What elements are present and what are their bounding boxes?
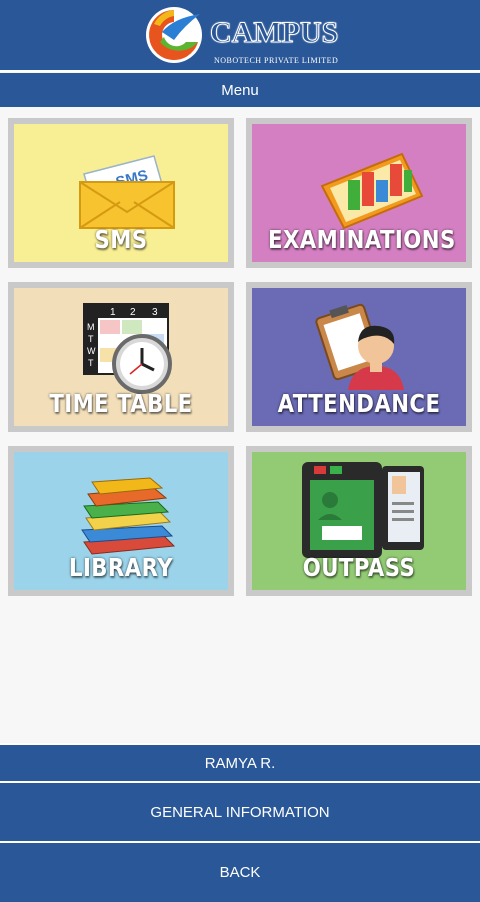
timetable-col-2: 2: [130, 307, 136, 318]
tile-attendance-bg: ATTENDANCE: [252, 288, 466, 426]
tile-examinations[interactable]: EXAMINATIONS: [246, 118, 472, 268]
timetable-row-t1: T: [88, 334, 94, 344]
tile-examinations-bg: EXAMINATIONS: [252, 124, 466, 262]
timetable-row-w: W: [87, 346, 96, 356]
app-header: CAMPUS NOBOTECH PRIVATE LIMITED: [0, 0, 480, 72]
tile-examinations-label: EXAMINATIONS: [268, 225, 456, 254]
tile-attendance[interactable]: ATTENDANCE: [246, 282, 472, 432]
logo-subtext: NOBOTECH PRIVATE LIMITED: [214, 56, 339, 65]
tile-outpass-bg: OUTPASS: [252, 452, 466, 590]
back-label: BACK: [219, 864, 261, 881]
timetable-row-m: M: [87, 322, 95, 332]
logo-text: CAMPUS: [209, 16, 339, 50]
tile-time-table[interactable]: 1 2 3 M T W T TIME TABLE: [8, 282, 234, 432]
tile-outpass[interactable]: OUTPASS: [246, 446, 472, 596]
user-name-bar: RAMYA R.: [0, 743, 480, 781]
tile-outpass-label: OUTPASS: [302, 553, 416, 582]
tile-time-table-bg: 1 2 3 M T W T TIME TABLE: [14, 288, 228, 426]
timetable-col-1: 1: [110, 307, 116, 318]
general-information-button[interactable]: GENERAL INFORMATION: [0, 781, 480, 841]
tile-time-table-label: TIME TABLE: [49, 389, 193, 418]
timetable-row-t2: T: [88, 358, 94, 368]
tile-attendance-label: ATTENDANCE: [277, 389, 441, 418]
timetable-col-3: 3: [152, 307, 158, 318]
tile-sms-bg: SMS SMS: [14, 124, 228, 262]
tile-sms[interactable]: SMS SMS: [8, 118, 234, 268]
tile-library-bg: LIBRARY: [14, 452, 228, 590]
menu-title: Menu: [221, 81, 259, 99]
campus-logo: CAMPUS NOBOTECH PRIVATE LIMITED: [140, 2, 340, 68]
menu-title-bar: Menu: [0, 73, 480, 107]
tile-library[interactable]: LIBRARY: [8, 446, 234, 596]
tile-library-label: LIBRARY: [68, 553, 174, 582]
general-information-label: GENERAL INFORMATION: [150, 803, 330, 821]
tile-sms-label: SMS: [94, 225, 148, 254]
back-button[interactable]: BACK: [0, 841, 480, 902]
user-name: RAMYA R.: [204, 754, 276, 772]
